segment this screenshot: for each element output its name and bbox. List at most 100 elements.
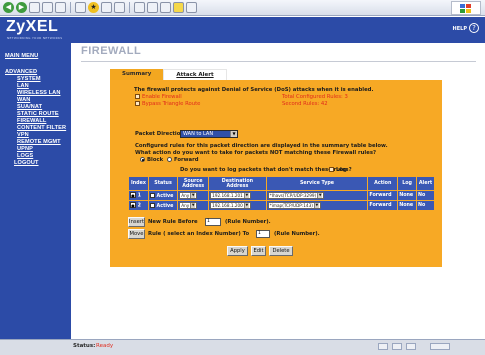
apply-button[interactable]: Apply: [227, 246, 248, 256]
sidebar-item-static-route[interactable]: STATIC ROUTE: [17, 111, 59, 117]
row-select-radio[interactable]: ●: [130, 202, 136, 209]
column-header: Source Address: [177, 176, 210, 191]
total-rules-label: Total Configured Rules: 3: [282, 94, 348, 100]
sidebar-item-main-menu[interactable]: MAIN MENU: [5, 53, 38, 59]
move-button[interactable]: Move: [128, 229, 145, 239]
block-label: Block: [147, 157, 164, 163]
chevron-down-icon: ▼: [317, 193, 323, 198]
enable-firewall-checkbox[interactable]: [135, 94, 140, 99]
page-title: FIREWALL: [81, 45, 142, 57]
sidebar-item-lan[interactable]: LAN: [17, 83, 29, 89]
status-bar: Status: Ready: [0, 339, 485, 355]
sidebar-nav: MAIN MENU ADVANCED SYSTEM LAN WIRELESS L…: [0, 43, 71, 339]
sidebar-item-vpn[interactable]: VPN: [17, 132, 29, 138]
tab-attack-alert[interactable]: Attack Alert: [163, 69, 227, 80]
help-icon[interactable]: ?: [469, 23, 479, 33]
edit-icon[interactable]: [160, 2, 171, 13]
favorites-icon[interactable]: ★: [88, 2, 99, 13]
log-label: Log: [336, 167, 347, 173]
sidebar-item-firewall[interactable]: FIREWALL: [17, 118, 46, 124]
alert-cell: No: [415, 200, 436, 211]
log-checkbox[interactable]: [329, 167, 334, 172]
active-checkbox[interactable]: [149, 192, 155, 198]
messenger-icon[interactable]: [186, 2, 197, 13]
destination-address-select[interactable]: 192.168.1.200 ▼: [210, 202, 251, 209]
chevron-down-icon: ▼: [190, 193, 196, 198]
table-row[interactable]: ● 1 Active Any ▼ 192.168.1.201 ▼ *Ihavs(TC…: [128, 190, 436, 201]
enable-firewall-label: Enable Firewall: [142, 94, 182, 100]
insert-button[interactable]: Insert: [128, 217, 145, 227]
log-question-text: Do you want to log packets that don't ma…: [180, 167, 352, 173]
sidebar-item-upnp[interactable]: UPNP: [17, 146, 33, 152]
delete-button[interactable]: Delete: [269, 246, 293, 256]
block-radio[interactable]: [140, 157, 145, 162]
index-value: 1: [137, 193, 142, 199]
print-icon[interactable]: [147, 2, 158, 13]
firewall-intro-text: The firewall protects against Denial of …: [134, 87, 374, 93]
media-icon[interactable]: [101, 2, 112, 13]
column-header: Alert: [415, 176, 436, 191]
packet-direction-select[interactable]: WAN to LAN ▼: [180, 130, 238, 138]
column-header: Destination Address: [208, 176, 267, 191]
forward-icon[interactable]: ▶: [16, 2, 27, 13]
search-icon[interactable]: [75, 2, 86, 13]
move-rule-text: Rule ( select an Index Number) To: [148, 231, 250, 237]
service-cell: *Ihavs(TCP/UDP:3299) ▼: [265, 190, 369, 201]
tray-icon: [406, 343, 416, 350]
history-icon[interactable]: [114, 2, 125, 13]
sidebar-item-content-filter[interactable]: CONTENT FILTER: [17, 125, 66, 131]
column-header: Action: [367, 176, 399, 191]
active-checkbox[interactable]: [149, 202, 155, 208]
refresh-icon[interactable]: [42, 2, 53, 13]
sidebar-item-wan[interactable]: WAN: [17, 97, 30, 103]
chevron-down-icon: ▼: [243, 193, 249, 198]
folder-icon[interactable]: [173, 2, 184, 13]
destination-value: 192.168.1.200: [212, 203, 243, 208]
edit-button[interactable]: Edit: [251, 246, 266, 256]
forward-label: Forward: [174, 157, 199, 163]
service-type-select[interactable]: *imap(TCP/UDP:143) ▼: [267, 202, 321, 209]
second-rules-label: Second Rules: 42: [282, 101, 328, 107]
chevron-down-icon: ▼: [243, 203, 249, 208]
column-header: Service Type: [265, 176, 369, 191]
sidebar-item-system[interactable]: SYSTEM: [17, 76, 41, 82]
source-cell: Any ▼: [177, 190, 210, 201]
forward-radio[interactable]: [167, 157, 172, 162]
move-rule-number-input[interactable]: 1: [256, 230, 270, 238]
internet-zone-icon: [430, 343, 450, 350]
bypass-triangle-route-checkbox[interactable]: [135, 101, 140, 106]
sidebar-item-remote-mgmt[interactable]: REMOTE MGMT: [17, 139, 61, 145]
service-type-select[interactable]: *Ihavs(TCP/UDP:3299) ▼: [267, 192, 325, 199]
status-value: Active: [156, 193, 174, 199]
mail-icon[interactable]: [134, 2, 145, 13]
destination-cell: 192.168.1.201 ▼: [208, 190, 267, 201]
source-address-select[interactable]: Any ▼: [179, 202, 198, 209]
sidebar-item-advanced[interactable]: ADVANCED: [5, 69, 37, 75]
tray-icon: [392, 343, 402, 350]
packet-direction-value: WAN to LAN: [183, 131, 214, 137]
help-link[interactable]: HELP: [453, 26, 467, 32]
chevron-down-icon: ▼: [313, 203, 319, 208]
sidebar-item-wireless-lan[interactable]: WIRELESS LAN: [17, 90, 60, 96]
back-icon[interactable]: ◀: [3, 2, 14, 13]
bypass-triangle-route-label: Bypass Triangle Route: [142, 101, 201, 107]
sidebar-item-logout[interactable]: LOGOUT: [14, 160, 39, 166]
action-cell: Forward: [367, 200, 399, 211]
source-value: Any: [181, 203, 190, 208]
chevron-down-icon: ▼: [230, 131, 237, 137]
status-value: Active: [156, 203, 174, 209]
home-icon[interactable]: [55, 2, 66, 13]
row-select-radio[interactable]: ●: [130, 192, 136, 199]
sidebar-item-sua-nat[interactable]: SUA/NAT: [17, 104, 42, 110]
source-cell: Any ▼: [177, 200, 210, 211]
insert-rule-suffix: (Rule Number).: [225, 219, 271, 225]
tab-summary[interactable]: Summary: [110, 69, 164, 80]
destination-address-select[interactable]: 192.168.1.201 ▼: [210, 192, 251, 199]
stop-icon[interactable]: [29, 2, 40, 13]
toolbar-divider: [129, 2, 130, 13]
table-row[interactable]: ● 2 Active Any ▼ 192.168.1.200 ▼ *imap(TCP…: [128, 200, 436, 211]
source-address-select[interactable]: Any ▼: [179, 192, 198, 199]
insert-rule-number-input[interactable]: 1: [205, 218, 221, 226]
sidebar-item-logs[interactable]: LOGS: [17, 153, 33, 159]
tab-bar: Summary Attack Alert: [110, 69, 227, 80]
